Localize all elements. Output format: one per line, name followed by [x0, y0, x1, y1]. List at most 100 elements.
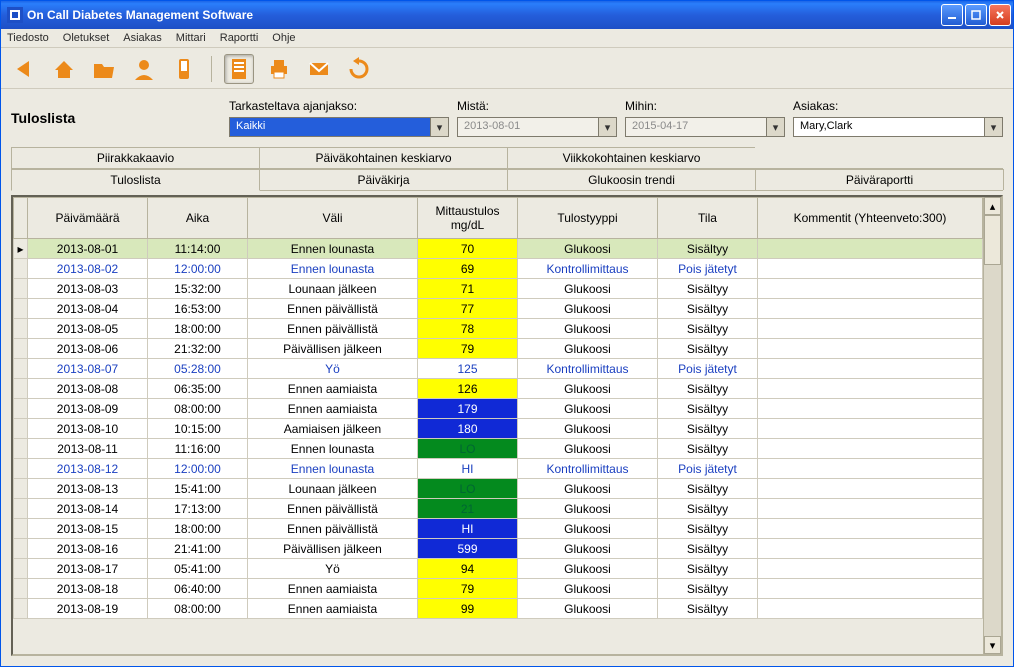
- grid-scroll-area: PäivämääräAikaVäliMittaustulos mg/dLTulo…: [13, 197, 983, 654]
- menu-item[interactable]: Asiakas: [123, 32, 162, 44]
- table-row[interactable]: 2013-08-0705:28:00Yö125KontrollimittausP…: [14, 359, 983, 379]
- tab[interactable]: Viikkokohtainen keskiarvo: [507, 147, 756, 168]
- table-row[interactable]: 2013-08-1315:41:00Lounaan jälkeenLOGluko…: [14, 479, 983, 499]
- cell: Glukoosi: [518, 559, 658, 579]
- table-row[interactable]: 2013-08-0416:53:00Ennen päivällistä77Glu…: [14, 299, 983, 319]
- maximize-button[interactable]: [965, 4, 987, 26]
- cell: Sisältyy: [658, 299, 758, 319]
- cell: 08:00:00: [148, 599, 248, 619]
- refresh-button[interactable]: [344, 54, 374, 84]
- user-button[interactable]: [129, 54, 159, 84]
- home-button[interactable]: [49, 54, 79, 84]
- cell: [758, 399, 983, 419]
- close-button[interactable]: [989, 4, 1011, 26]
- cell: [758, 299, 983, 319]
- scroll-thumb[interactable]: [984, 215, 1001, 265]
- cell: Glukoosi: [518, 479, 658, 499]
- column-header[interactable]: Päivämäärä: [28, 198, 148, 239]
- period-select[interactable]: Kaikki ▾: [229, 117, 449, 137]
- cell: Lounaan jälkeen: [248, 279, 418, 299]
- cell: 21:41:00: [148, 539, 248, 559]
- column-header[interactable]: Aika: [148, 198, 248, 239]
- cell: Ennen päivällistä: [248, 519, 418, 539]
- column-header[interactable]: Tila: [658, 198, 758, 239]
- cell: [758, 259, 983, 279]
- client-select[interactable]: Mary,Clark ▾: [793, 117, 1003, 137]
- table-row[interactable]: 2013-08-1806:40:00Ennen aamiaista79Gluko…: [14, 579, 983, 599]
- row-header: [14, 419, 28, 439]
- cell: Ennen päivällistä: [248, 499, 418, 519]
- table-row[interactable]: 2013-08-0621:32:00Päivällisen jälkeen79G…: [14, 339, 983, 359]
- column-header[interactable]: Kommentit (Yhteenveto:300): [758, 198, 983, 239]
- email-button[interactable]: [304, 54, 334, 84]
- back-button[interactable]: [9, 54, 39, 84]
- cell: Ennen aamiaista: [248, 579, 418, 599]
- table-row[interactable]: 2013-08-0315:32:00Lounaan jälkeen71Gluko…: [14, 279, 983, 299]
- from-value: 2013-08-01: [458, 118, 598, 136]
- cell: Sisältyy: [658, 439, 758, 459]
- chevron-down-icon: ▾: [598, 118, 616, 136]
- menu-item[interactable]: Tiedosto: [7, 32, 49, 44]
- row-header: ▸: [14, 239, 28, 259]
- menu-item[interactable]: Ohje: [272, 32, 295, 44]
- table-row[interactable]: 2013-08-0806:35:00Ennen aamiaista126Gluk…: [14, 379, 983, 399]
- cell: Glukoosi: [518, 519, 658, 539]
- table-row[interactable]: 2013-08-1621:41:00Päivällisen jälkeen599…: [14, 539, 983, 559]
- cell: Pois jätetyt: [658, 459, 758, 479]
- column-header[interactable]: Väli: [248, 198, 418, 239]
- table-row[interactable]: 2013-08-1010:15:00Aamiaisen jälkeen180Gl…: [14, 419, 983, 439]
- cell: Glukoosi: [518, 439, 658, 459]
- cell: Pois jätetyt: [658, 259, 758, 279]
- table-row[interactable]: 2013-08-1417:13:00Ennen päivällistä21Glu…: [14, 499, 983, 519]
- cell: Ennen lounasta: [248, 239, 418, 259]
- cell: 126: [418, 379, 518, 399]
- tab[interactable]: Tuloslista: [11, 169, 260, 191]
- tab[interactable]: Päiväkirja: [259, 169, 508, 190]
- table-row[interactable]: 2013-08-0212:00:00Ennen lounasta69Kontro…: [14, 259, 983, 279]
- from-date-select[interactable]: 2013-08-01 ▾: [457, 117, 617, 137]
- table-row[interactable]: 2013-08-0518:00:00Ennen päivällistä78Glu…: [14, 319, 983, 339]
- cell: Sisältyy: [658, 339, 758, 359]
- cell: Ennen aamiaista: [248, 379, 418, 399]
- table-row[interactable]: 2013-08-1908:00:00Ennen aamiaista99Gluko…: [14, 599, 983, 619]
- scroll-up-button[interactable]: ▴: [984, 197, 1001, 215]
- print-button[interactable]: [264, 54, 294, 84]
- open-folder-button[interactable]: [89, 54, 119, 84]
- table-row[interactable]: 2013-08-1111:16:00Ennen lounastaLOGlukoo…: [14, 439, 983, 459]
- tab[interactable]: Glukoosin trendi: [507, 169, 756, 190]
- cell: Sisältyy: [658, 399, 758, 419]
- table-row[interactable]: 2013-08-1212:00:00Ennen lounastaHIKontro…: [14, 459, 983, 479]
- to-value: 2015-04-17: [626, 118, 766, 136]
- table-row[interactable]: 2013-08-1705:41:00Yö94GlukoosiSisältyy: [14, 559, 983, 579]
- column-header[interactable]: Mittaustulos mg/dL: [418, 198, 518, 239]
- menu-item[interactable]: Mittari: [176, 32, 206, 44]
- row-header: [14, 599, 28, 619]
- vertical-scrollbar[interactable]: ▴ ▾: [983, 197, 1001, 654]
- cell: 06:35:00: [148, 379, 248, 399]
- to-date-select[interactable]: 2015-04-17 ▾: [625, 117, 785, 137]
- tab[interactable]: Päiväraportti: [755, 169, 1004, 190]
- scroll-down-button[interactable]: ▾: [984, 636, 1001, 654]
- table-row[interactable]: ▸2013-08-0111:14:00Ennen lounasta70Gluko…: [14, 239, 983, 259]
- scroll-track[interactable]: [984, 215, 1001, 636]
- table-row[interactable]: 2013-08-0908:00:00Ennen aamiaista179Gluk…: [14, 399, 983, 419]
- phone-button[interactable]: [169, 54, 199, 84]
- cell: [758, 599, 983, 619]
- cell: 2013-08-08: [28, 379, 148, 399]
- menu-item[interactable]: Oletukset: [63, 32, 109, 44]
- cell: 2013-08-06: [28, 339, 148, 359]
- tab[interactable]: Päiväkohtainen keskiarvo: [259, 147, 508, 168]
- back-icon: [11, 56, 37, 82]
- table-row[interactable]: 2013-08-1518:00:00Ennen päivällistäHIGlu…: [14, 519, 983, 539]
- tab[interactable]: Piirakkakaavio: [11, 147, 260, 168]
- minimize-button[interactable]: [941, 4, 963, 26]
- cell: 2013-08-16: [28, 539, 148, 559]
- document-button[interactable]: [224, 54, 254, 84]
- menu-item[interactable]: Raportti: [220, 32, 259, 44]
- cell: Glukoosi: [518, 379, 658, 399]
- cell: Lounaan jälkeen: [248, 479, 418, 499]
- cell: 21:32:00: [148, 339, 248, 359]
- cell: Ennen lounasta: [248, 459, 418, 479]
- column-header[interactable]: Tulostyyppi: [518, 198, 658, 239]
- cell: Glukoosi: [518, 399, 658, 419]
